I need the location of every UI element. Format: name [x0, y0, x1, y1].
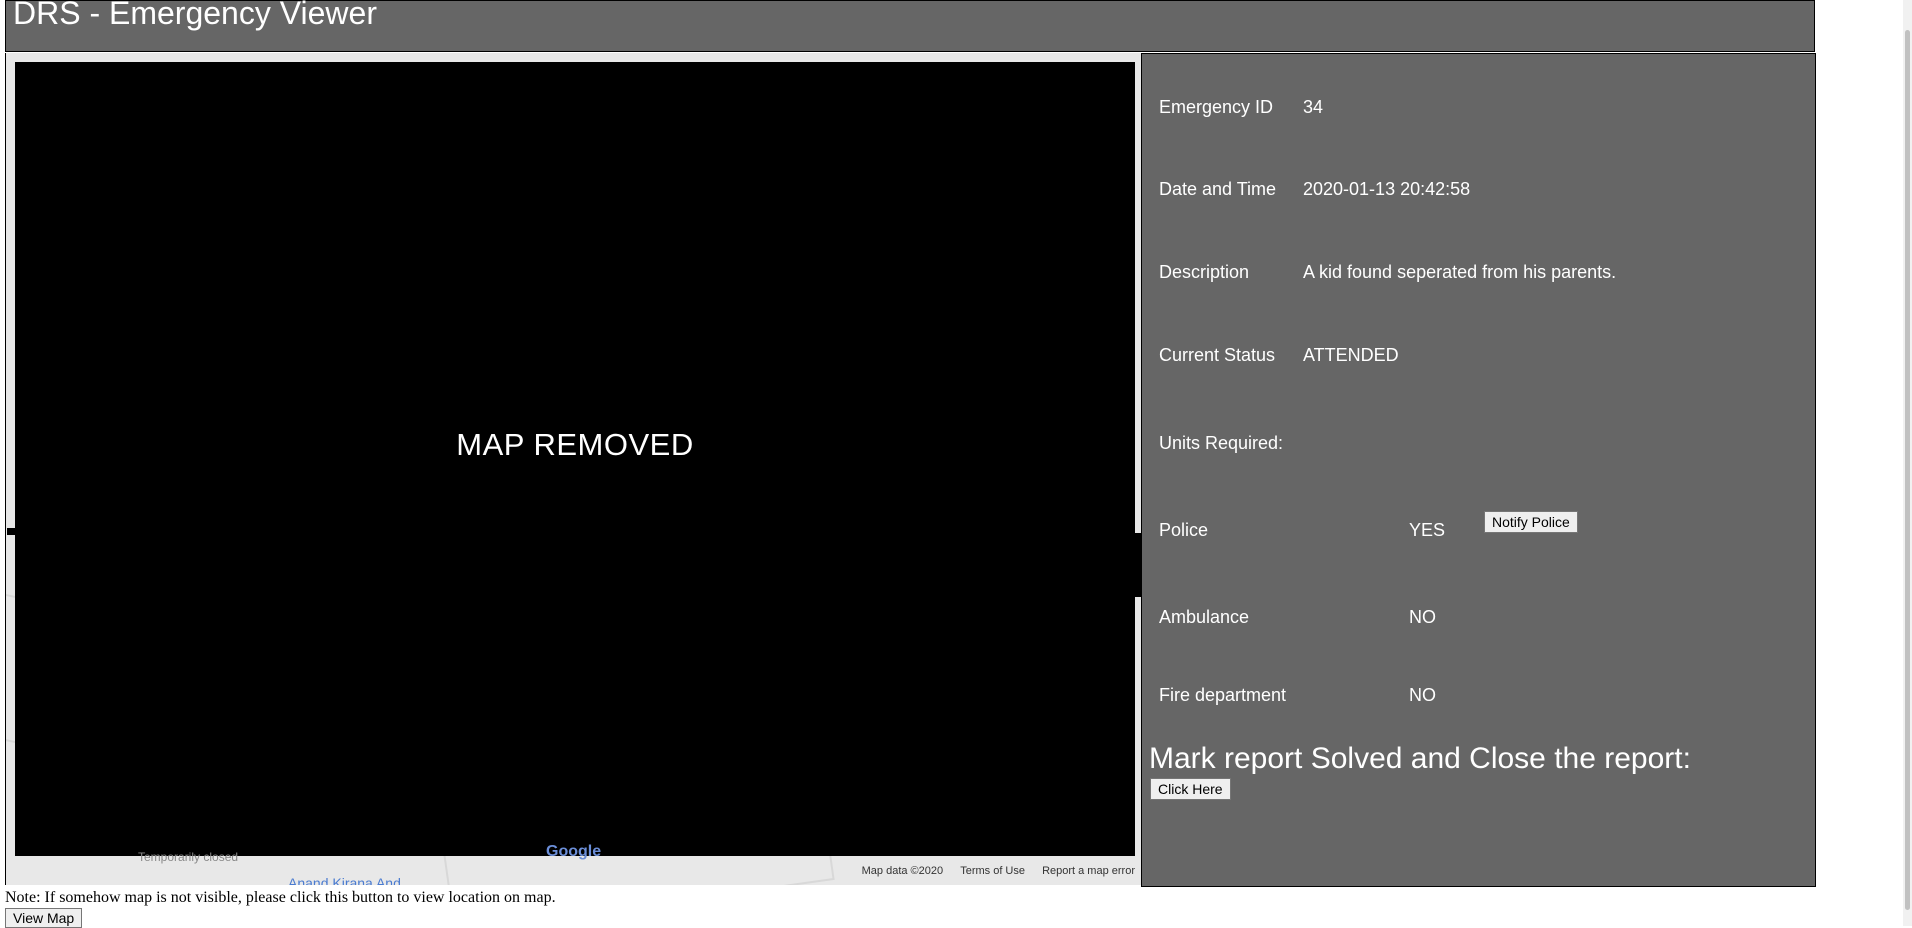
- date-time-label: Date and Time: [1159, 179, 1277, 199]
- ambulance-label: Ambulance: [1159, 607, 1250, 627]
- terms-of-use-link[interactable]: Terms of Use: [960, 865, 1025, 877]
- page-title: DRS - Emergency Viewer: [13, 0, 377, 31]
- scrollbar-thumb[interactable]: [1905, 30, 1910, 910]
- fire-department-value: NO: [1409, 685, 1436, 705]
- close-report-button[interactable]: Click Here: [1150, 778, 1231, 800]
- status-label: Current Status: [1159, 345, 1276, 365]
- description-value: A kid found seperated from his parents.: [1303, 262, 1617, 282]
- google-logo: Google: [546, 843, 602, 860]
- app-header: DRS - Emergency Viewer: [5, 0, 1815, 52]
- page-scrollbar[interactable]: [1903, 0, 1912, 926]
- fire-department-label: Fire department: [1159, 685, 1287, 705]
- emergency-details-panel: Emergency ID 34 Date and Time 2020-01-13…: [1141, 53, 1816, 887]
- map-attribution: Map data ©2020 Terms of Use Report a map…: [848, 865, 1135, 877]
- map-place-label: Temporarily closed: [138, 850, 239, 864]
- emergency-id-label: Emergency ID: [1159, 97, 1274, 117]
- date-time-value: 2020-01-13 20:42:58: [1303, 179, 1471, 199]
- units-required-heading: Units Required:: [1159, 433, 1284, 453]
- map-data-label: Map data ©2020: [861, 865, 944, 877]
- view-map-button[interactable]: View Map: [5, 908, 83, 928]
- map-note: Note: If somehow map is not visible, ple…: [5, 889, 556, 906]
- notify-police-button[interactable]: Notify Police: [1484, 511, 1578, 533]
- close-report-heading: Mark report Solved and Close the report:: [1149, 742, 1691, 775]
- map-removed-text: MAP REMOVED: [456, 427, 694, 462]
- report-map-error-link[interactable]: Report a map error: [1042, 865, 1135, 877]
- status-value: ATTENDED: [1303, 345, 1399, 365]
- map-container[interactable]: MAP REMOVED Temporarily closed Anand Kir…: [5, 53, 1141, 885]
- map-placeholder: MAP REMOVED: [15, 62, 1135, 856]
- ambulance-value: NO: [1409, 607, 1436, 627]
- description-label: Description: [1159, 262, 1250, 282]
- police-label: Police: [1159, 520, 1209, 540]
- map-road-label: Anand Kirana And...: [288, 875, 413, 885]
- police-value: YES: [1409, 520, 1446, 540]
- emergency-id-value: 34: [1303, 97, 1324, 117]
